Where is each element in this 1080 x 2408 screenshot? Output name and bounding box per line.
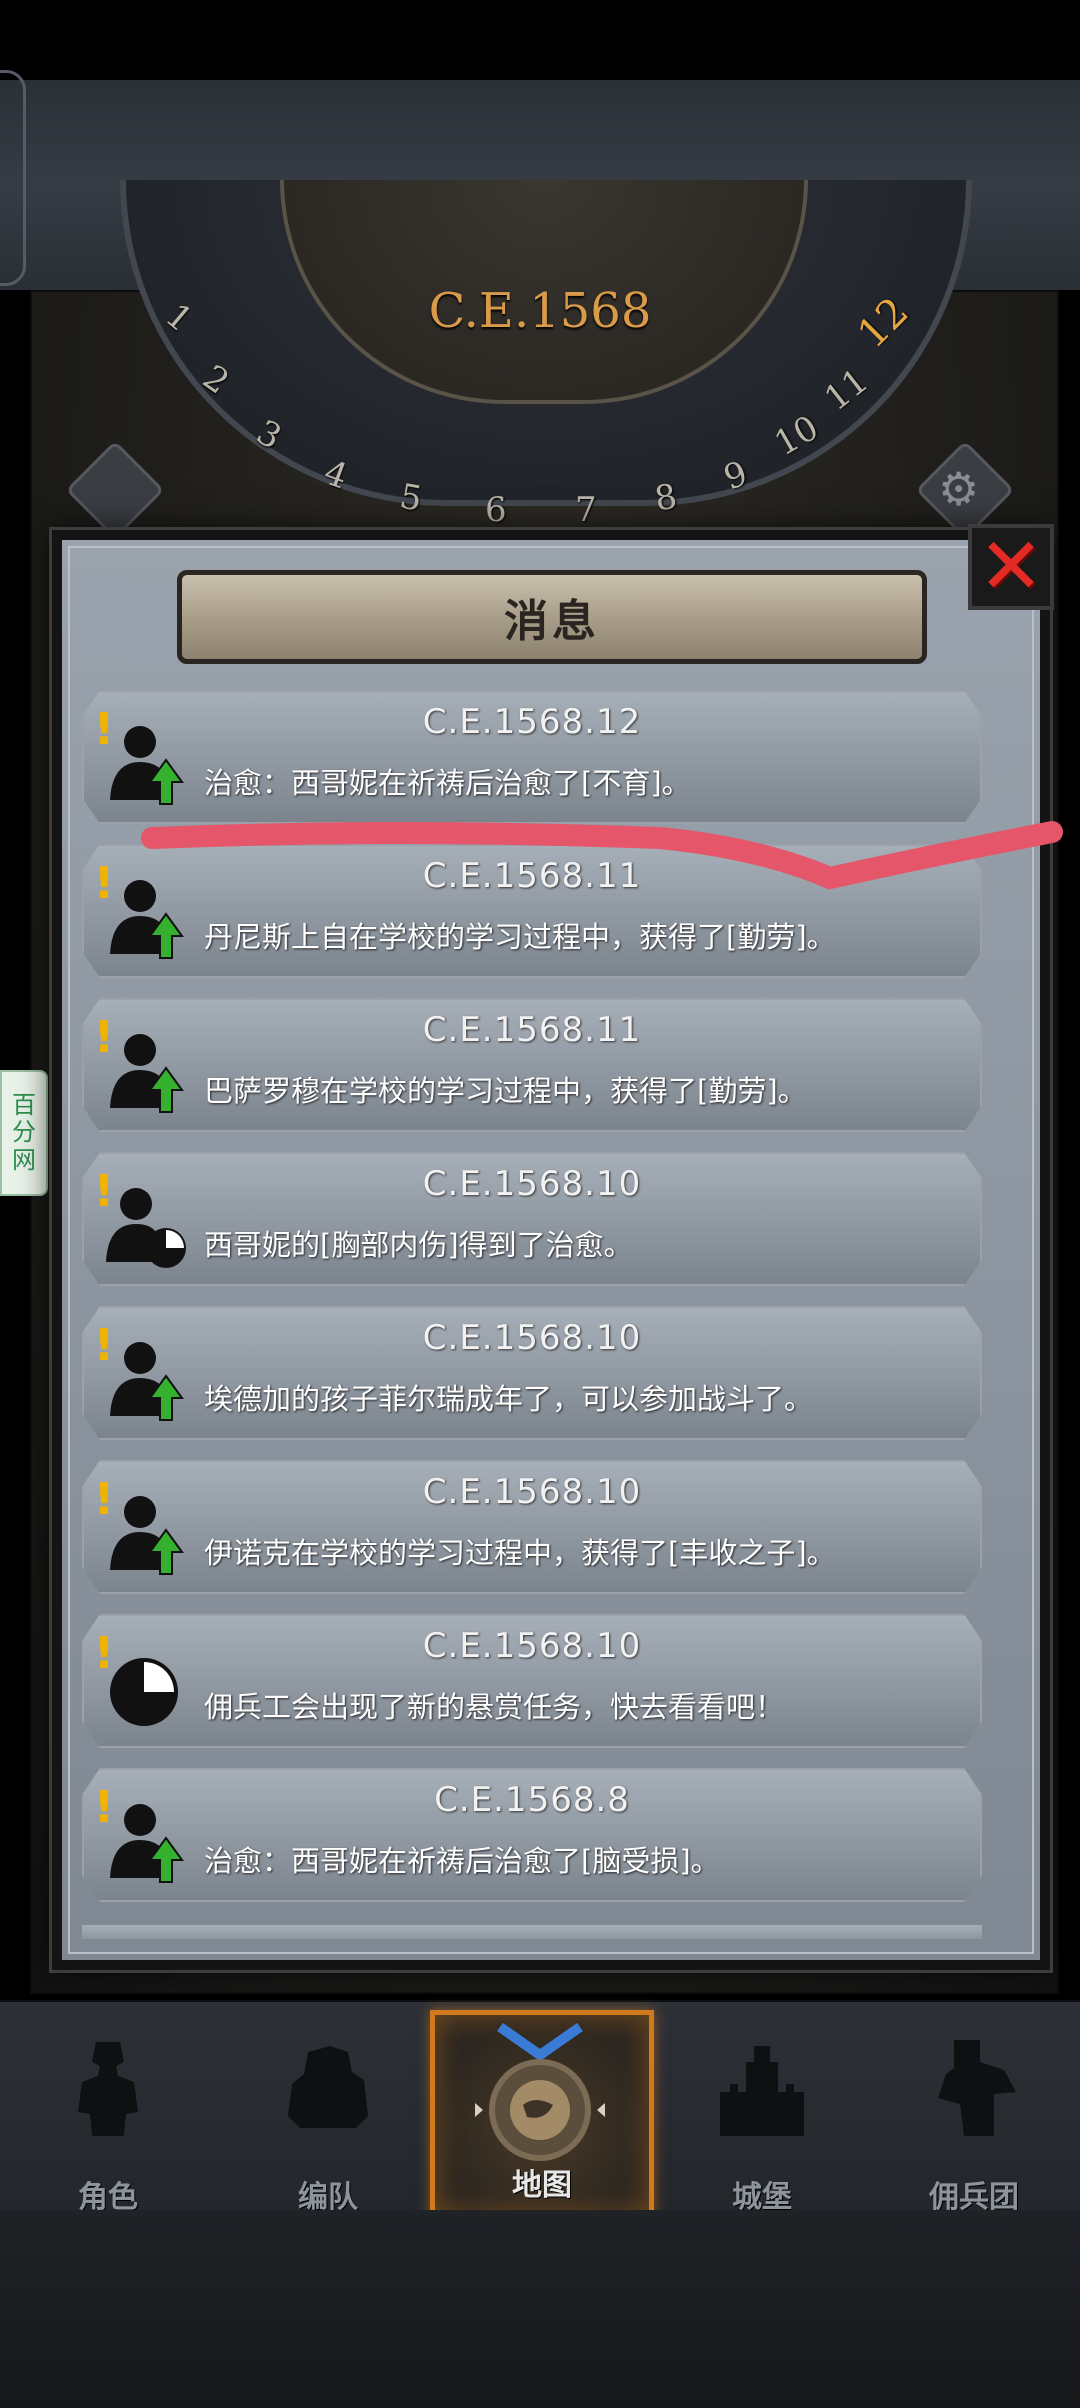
close-icon: ✕ bbox=[978, 522, 1044, 612]
message-date: C.E.1568.10 bbox=[422, 1318, 642, 1358]
nav-item-map[interactable]: 地图 bbox=[430, 2010, 654, 2220]
gear-icon: ⚙ bbox=[938, 462, 980, 516]
dialog-title: 消息 bbox=[504, 596, 600, 647]
nav-item-formation[interactable]: 编队 bbox=[228, 2022, 428, 2215]
message-item[interactable]: ! C.E.1568.10 佣兵工会出现了新的悬赏任务，快去看看吧！ bbox=[82, 1614, 982, 1748]
message-text: 伊诺克在学校的学习过程中，获得了[丰收之子]。 bbox=[204, 1536, 836, 1570]
message-item-partial bbox=[82, 1925, 982, 1939]
month-7: 7 bbox=[575, 490, 597, 530]
message-date: C.E.1568.12 bbox=[422, 702, 642, 742]
nav-label: 地图 bbox=[512, 2168, 572, 2203]
side-floating-tag[interactable]: 百 分 网 bbox=[0, 1070, 48, 1196]
message-text: 佣兵工会出现了新的悬赏任务，快去看看吧！ bbox=[204, 1690, 785, 1724]
message-date: C.E.1568.10 bbox=[422, 1164, 642, 1204]
message-text: 埃德加的孩子菲尔瑞成年了，可以参加战斗了。 bbox=[204, 1382, 814, 1416]
message-text: 丹尼斯上自在学校的学习过程中，获得了[勤劳]。 bbox=[204, 920, 836, 954]
message-item[interactable]: ! C.E.1568.10 伊诺克在学校的学习过程中，获得了[丰收之子]。 bbox=[82, 1460, 982, 1594]
message-item[interactable]: ! C.E.1568.11 巴萨罗穆在学校的学习过程中，获得了[勤劳]。 bbox=[82, 998, 982, 1132]
message-item[interactable]: ! C.E.1568.10 埃德加的孩子菲尔瑞成年了，可以参加战斗了。 bbox=[82, 1306, 982, 1440]
side-tag-char-1: 百 bbox=[12, 1090, 36, 1119]
message-item[interactable]: ! C.E.1568.12 治愈：西哥妮在祈祷后治愈了[不育]。 bbox=[82, 690, 982, 824]
message-date: C.E.1568.8 bbox=[434, 1780, 630, 1820]
nav-item-character[interactable]: 角色 bbox=[8, 2022, 208, 2215]
message-item[interactable]: ! C.E.1568.11 丹尼斯上自在学校的学习过程中，获得了[勤劳]。 bbox=[82, 844, 982, 978]
year-label: C.E.1568 bbox=[428, 283, 652, 339]
message-text: 治愈：西哥妮在祈祷后治愈了[脑受损]。 bbox=[204, 1844, 720, 1878]
message-text: 治愈：西哥妮在祈祷后治愈了[不育]。 bbox=[204, 766, 691, 800]
squad-icon bbox=[288, 2046, 368, 2128]
message-dialog: 消息 ✕ ! C.E.1568.12 治愈：西哥妮在祈祷后治愈了[不育]。 ! bbox=[52, 524, 1054, 1970]
left-frame-notch bbox=[0, 70, 26, 286]
close-button[interactable]: ✕ bbox=[968, 524, 1054, 610]
message-date: C.E.1568.10 bbox=[422, 1472, 642, 1512]
nav-item-mercenary[interactable]: 佣兵团 bbox=[874, 2022, 1074, 2215]
message-text: 巴萨罗穆在学校的学习过程中，获得了[勤劳]。 bbox=[204, 1074, 807, 1108]
message-item[interactable]: ! C.E.1568.8 治愈：西哥妮在祈祷后治愈了[脑受损]。 bbox=[82, 1768, 982, 1902]
knight-icon bbox=[78, 2042, 138, 2136]
bottom-navigation: 角色 编队 地图 城堡 佣兵团 bbox=[0, 2000, 1080, 2220]
message-text: 西哥妮的[胸部内伤]得到了治愈。 bbox=[204, 1228, 633, 1262]
message-item[interactable]: ! C.E.1568.10 西哥妮的[胸部内伤]得到了治愈。 bbox=[82, 1152, 982, 1286]
message-date: C.E.1568.10 bbox=[422, 1626, 642, 1666]
bottom-background bbox=[0, 2210, 1080, 2408]
dialog-title-banner: 消息 bbox=[177, 570, 927, 664]
nav-item-castle[interactable]: 城堡 bbox=[662, 2022, 862, 2215]
message-date: C.E.1568.11 bbox=[422, 856, 642, 896]
side-tag-char-2: 分 bbox=[12, 1118, 36, 1147]
castle-icon bbox=[720, 2046, 804, 2136]
month-6: 6 bbox=[485, 490, 507, 530]
map-icon bbox=[475, 2059, 605, 2161]
status-bar bbox=[0, 0, 1080, 80]
mercenary-icon bbox=[938, 2040, 1016, 2136]
side-tag-char-3: 网 bbox=[12, 1145, 36, 1174]
message-date: C.E.1568.11 bbox=[422, 1010, 642, 1050]
